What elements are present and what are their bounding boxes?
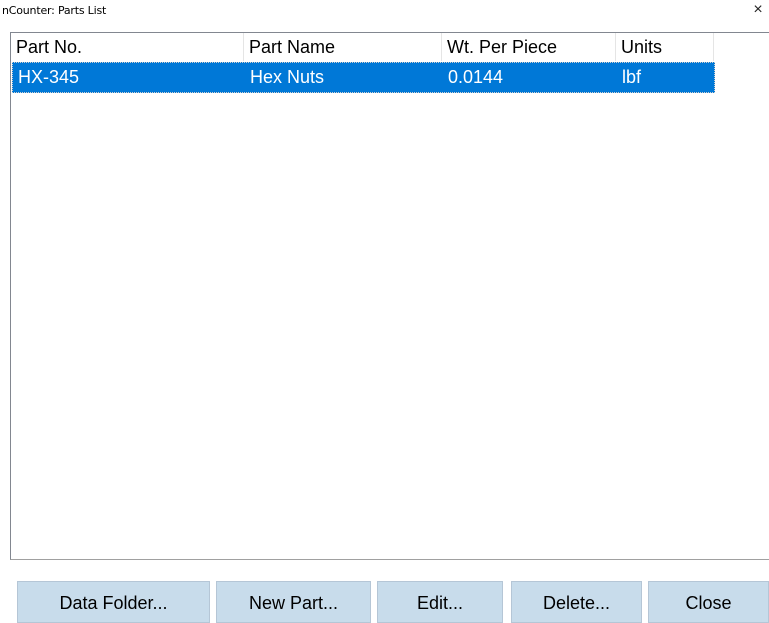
column-header-units[interactable]: Units: [616, 33, 714, 61]
column-header-part-no[interactable]: Part No.: [11, 33, 244, 61]
data-folder-button[interactable]: Data Folder...: [17, 581, 210, 623]
list-header: Part No. Part Name Wt. Per Piece Units: [11, 33, 769, 61]
column-header-wt-per-piece[interactable]: Wt. Per Piece: [442, 33, 616, 61]
column-header-part-name[interactable]: Part Name: [244, 33, 442, 61]
cell-part-no: HX-345: [18, 67, 80, 87]
parts-list-window: nCounter: Parts List × Part No. Part Nam…: [0, 0, 769, 623]
parts-list-view[interactable]: Part No. Part Name Wt. Per Piece Units H…: [10, 32, 769, 560]
window-title: nCounter: Parts List: [2, 4, 107, 17]
edit-button[interactable]: Edit...: [377, 581, 503, 623]
title-bar: nCounter: Parts List ×: [0, 0, 769, 22]
close-button[interactable]: Close: [648, 581, 769, 623]
delete-button[interactable]: Delete...: [511, 581, 642, 623]
new-part-button[interactable]: New Part...: [216, 581, 371, 623]
cell-part-name: Hex Nuts: [250, 67, 325, 87]
list-row-selected[interactable]: HX-345 Hex Nuts 0.0144 lbf: [12, 62, 715, 93]
cell-units: lbf: [622, 67, 642, 87]
cell-wt-per-piece: 0.0144: [448, 67, 504, 87]
close-icon[interactable]: ×: [749, 0, 767, 20]
